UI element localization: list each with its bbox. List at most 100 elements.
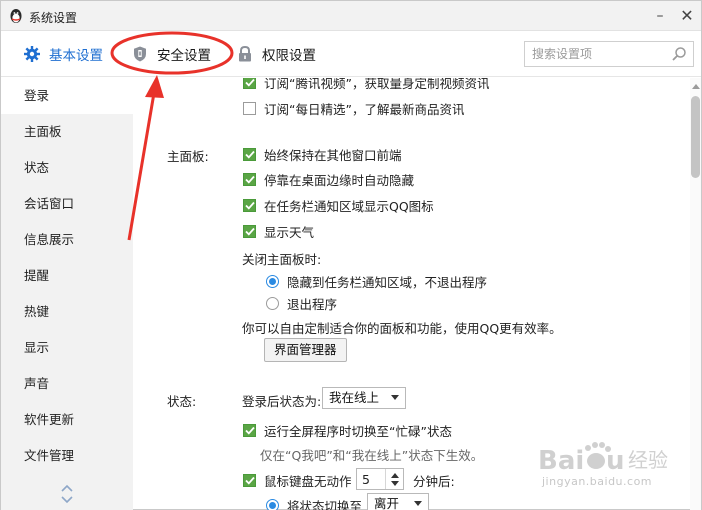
sidebar-item-label: 状态 — [24, 160, 50, 175]
interface-manager-button[interactable]: 界面管理器 — [264, 338, 347, 362]
search-input[interactable] — [525, 42, 660, 66]
sidebar-item-hotkeys[interactable]: 热键 — [1, 294, 133, 330]
option-label: 始终保持在其他窗口前端 — [264, 148, 402, 163]
lock-icon — [239, 45, 251, 62]
tab-basic-label: 基本设置 — [49, 48, 103, 64]
content-scrollbar[interactable] — [690, 78, 701, 510]
option-label: 运行全屏程序时切换至“忙碌”状态 — [264, 424, 452, 439]
fullscreen-note: 仅在“Q我吧”和“我在线上”状态下生效。 — [260, 448, 484, 463]
tab-basic-settings[interactable]: 基本设置 — [23, 43, 103, 65]
option-auto-hide[interactable]: 停靠在桌面边缘时自动隐藏 — [243, 170, 414, 189]
checkbox[interactable] — [243, 199, 256, 212]
option-label: 将状态切换至 — [287, 499, 363, 510]
dropdown-arrow-icon — [414, 501, 422, 506]
after-login-status-label: 登录后状态为: — [242, 394, 322, 409]
sidebar-item-label: 软件更新 — [24, 412, 75, 427]
window-title: 系统设置 — [29, 11, 78, 25]
sidebar-item-login[interactable]: 登录 — [1, 78, 133, 114]
sidebar: 登录 主面板 状态 会话窗口 信息展示 提醒 热键 显示 声音 软件更新 文件管… — [1, 78, 133, 510]
checkbox[interactable] — [243, 102, 256, 115]
settings-tabs: 基本设置 安全设置 权限设置 — [1, 31, 701, 77]
sidebar-item-label: 主面板 — [24, 124, 62, 139]
switch-status-select[interactable]: 离开 — [367, 493, 429, 510]
checkbox[interactable] — [243, 424, 256, 437]
shield-icon — [134, 46, 146, 62]
close-button[interactable]: ✕ — [676, 5, 698, 27]
tab-permission-label: 权限设置 — [262, 48, 316, 64]
sidebar-item-label: 文件管理 — [24, 448, 75, 463]
sidebar-item-software-update[interactable]: 软件更新 — [1, 402, 133, 438]
stepper-up-icon[interactable] — [391, 473, 399, 478]
stepper-down-icon[interactable] — [391, 481, 399, 486]
sidebar-item-label: 热键 — [24, 304, 50, 319]
sidebar-item-label: 声音 — [24, 376, 50, 391]
option-label: 订阅“每日精选”，了解最新商品资讯 — [264, 102, 465, 117]
radio-exit-program[interactable]: 退出程序 — [266, 294, 337, 313]
section-label-status: 状态: — [167, 394, 197, 409]
select-value: 离开 — [374, 496, 400, 510]
search-icon[interactable] — [671, 46, 687, 62]
sidebar-item-chat-window[interactable]: 会话窗口 — [1, 186, 133, 222]
sidebar-item-file-management[interactable]: 文件管理 — [1, 438, 133, 474]
stepper-buttons[interactable] — [385, 469, 403, 489]
title-bar: 系统设置 – ✕ — [1, 1, 701, 31]
option-tray-icon[interactable]: 在任务栏通知区域显示QQ图标 — [243, 196, 434, 215]
tab-security-settings[interactable]: 安全设置 — [131, 43, 211, 65]
checkbox[interactable] — [243, 78, 256, 89]
option-label: 订阅“腾讯视频”，获取量身定制视频资讯 — [264, 78, 490, 91]
sidebar-item-main-panel[interactable]: 主面板 — [1, 114, 133, 150]
settings-content: 订阅“腾讯视频”，获取量身定制视频资讯 订阅“每日精选”，了解最新商品资讯 主面… — [134, 78, 690, 510]
sidebar-item-label: 提醒 — [24, 268, 50, 283]
checkbox[interactable] — [243, 173, 256, 186]
option-fullscreen-busy[interactable]: 运行全屏程序时切换至“忙碌”状态 — [243, 421, 452, 440]
qq-penguin-icon — [10, 9, 22, 23]
checkbox[interactable] — [243, 474, 256, 487]
search-box[interactable] — [524, 41, 694, 67]
customize-hint: 你可以自由定制适合你的面板和功能，使用QQ更有效率。 — [242, 321, 562, 336]
sidebar-item-info-display[interactable]: 信息展示 — [1, 222, 133, 258]
option-label: 在任务栏通知区域显示QQ图标 — [264, 199, 434, 214]
sidebar-item-display[interactable]: 显示 — [1, 330, 133, 366]
chevron-down-icon[interactable] — [60, 495, 74, 505]
option-idle-switch[interactable]: 鼠标键盘无动作 — [243, 471, 352, 490]
section-label-main-panel: 主面板: — [167, 149, 209, 164]
minutes-unit-label: 分钟后: — [413, 474, 455, 489]
scroll-thumb[interactable] — [691, 96, 700, 178]
option-label: 鼠标键盘无动作 — [264, 474, 352, 489]
checkbox[interactable] — [243, 148, 256, 161]
sidebar-item-reminders[interactable]: 提醒 — [1, 258, 133, 294]
radio-button[interactable] — [266, 499, 279, 510]
option-subscribe-tencent-video[interactable]: 订阅“腾讯视频”，获取量身定制视频资讯 — [243, 78, 489, 92]
radio-button[interactable] — [266, 275, 279, 288]
option-label: 显示天气 — [264, 225, 315, 240]
radio-hide-to-tray[interactable]: 隐藏到任务栏通知区域，不退出程序 — [266, 272, 487, 291]
checkbox[interactable] — [243, 225, 256, 238]
gear-icon — [24, 46, 40, 62]
select-value: 我在线上 — [329, 390, 380, 405]
sidebar-item-sound[interactable]: 声音 — [1, 366, 133, 402]
sidebar-item-label: 会话窗口 — [24, 196, 75, 211]
sidebar-item-label: 登录 — [24, 88, 50, 103]
option-show-weather[interactable]: 显示天气 — [243, 222, 314, 241]
idle-minutes-stepper[interactable]: 5 — [356, 468, 404, 490]
scroll-up-arrow-icon[interactable] — [692, 84, 700, 89]
radio-button[interactable] — [266, 297, 279, 310]
after-login-status-select[interactable]: 我在线上 — [322, 387, 406, 409]
stepper-value: 5 — [362, 472, 370, 487]
radio-switch-status-to[interactable]: 将状态切换至 — [266, 496, 362, 510]
minimize-button[interactable]: – — [649, 5, 671, 27]
option-subscribe-daily-pick[interactable]: 订阅“每日精选”，了解最新商品资讯 — [243, 99, 464, 118]
sidebar-item-status[interactable]: 状态 — [1, 150, 133, 186]
dropdown-arrow-icon — [391, 395, 399, 400]
option-label: 退出程序 — [287, 297, 338, 312]
tab-permission-settings[interactable]: 权限设置 — [236, 43, 316, 65]
settings-window: 系统设置 – ✕ 基本设置 安全设置 权限设置 搜索设置项 登录 主面板 状态 … — [0, 0, 702, 510]
close-panel-label: 关闭主面板时: — [242, 252, 322, 267]
tab-security-label: 安全设置 — [157, 48, 211, 64]
option-label: 停靠在桌面边缘时自动隐藏 — [264, 173, 415, 188]
sidebar-item-label: 信息展示 — [24, 232, 75, 247]
chevron-up-icon[interactable] — [60, 483, 74, 493]
sidebar-item-label: 显示 — [24, 340, 50, 355]
option-label: 隐藏到任务栏通知区域，不退出程序 — [287, 275, 488, 290]
option-always-on-top[interactable]: 始终保持在其他窗口前端 — [243, 145, 402, 164]
